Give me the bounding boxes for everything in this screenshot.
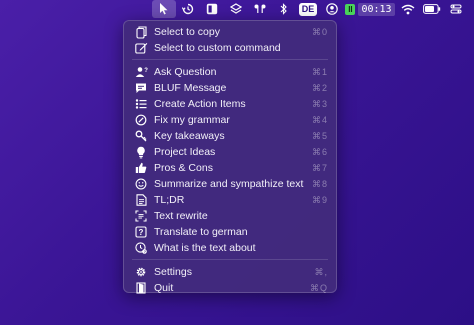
question-square-icon: ? [134, 225, 148, 239]
menu-item-select-to-copy[interactable]: Select to copy ⌘0 [124, 24, 336, 40]
menu-item-pros-cons[interactable]: Pros & Cons ⌘7 [124, 160, 336, 176]
battery-icon[interactable] [420, 0, 444, 18]
menu-item-shortcut: ⌘8 [311, 178, 328, 189]
menu-item-shortcut: ⌘7 [311, 162, 328, 173]
cursor-icon[interactable] [152, 0, 176, 18]
menu-item-label: Quit [154, 282, 174, 294]
input-source-badge: DE [298, 2, 318, 16]
menu-item-shortcut: ⌘9 [311, 194, 328, 205]
svg-text:?: ? [139, 228, 144, 237]
menu-item-summarize-sympathize[interactable]: Summarize and sympathize text ⌘8 [124, 176, 336, 192]
menu-item-label: Key takeaways [154, 130, 225, 142]
menu-item-label: Ask Question [154, 66, 217, 78]
circle-slash-icon [134, 113, 148, 127]
menu-bar: DE II 00:13 [0, 0, 474, 18]
text-scan-icon [134, 209, 148, 223]
menu-item-tldr[interactable]: TL;DR ⌘9 [124, 192, 336, 208]
wifi-icon[interactable] [396, 0, 420, 18]
history-icon[interactable] [176, 0, 200, 18]
menu-item-label: Fix my grammar [154, 114, 230, 126]
exit-icon [134, 281, 148, 295]
edit-icon [134, 41, 148, 55]
menu-item-shortcut: ⌘1 [311, 66, 328, 77]
menu-item-label: Settings [154, 266, 192, 278]
menu-item-shortcut: ⌘3 [311, 98, 328, 109]
menu-item-label: Project Ideas [154, 146, 216, 158]
smile-icon [134, 177, 148, 191]
layers-icon[interactable] [224, 0, 248, 18]
clock-question-icon: ? [134, 241, 148, 255]
menu-item-label: Summarize and sympathize text [154, 178, 304, 190]
menu-item-label: Create Action Items [154, 98, 246, 110]
menu-item-quit[interactable]: Quit ⌘Q [124, 280, 336, 296]
menu-separator [132, 259, 328, 260]
menu-item-label: What is the text about [154, 242, 256, 254]
dropdown-menu: Select to copy ⌘0 Select to custom comma… [123, 20, 337, 296]
menu-item-shortcut: ⌘5 [311, 130, 328, 141]
thumbs-up-icon [134, 161, 148, 175]
person-question-icon: ? [134, 65, 148, 79]
menu-item-fix-grammar[interactable]: Fix my grammar ⌘4 [124, 112, 336, 128]
menu-item-shortcut: ⌘, [314, 266, 328, 277]
timer-icon[interactable]: II 00:13 [344, 0, 396, 18]
timer-text: 00:13 [358, 2, 395, 16]
menu-item-shortcut: ⌘4 [311, 114, 328, 125]
key-icon [134, 129, 148, 143]
bluetooth-icon[interactable] [272, 0, 296, 18]
checklist-icon [134, 97, 148, 111]
gear-icon [134, 265, 148, 279]
menu-separator [132, 59, 328, 60]
menu-item-label: BLUF Message [154, 82, 227, 94]
menu-item-select-custom-command[interactable]: Select to custom command [124, 40, 336, 56]
menu-item-shortcut: ⌘6 [311, 146, 328, 157]
window-icon[interactable] [200, 0, 224, 18]
menu-item-bluf-message[interactable]: BLUF Message ⌘2 [124, 80, 336, 96]
menu-item-translate-german[interactable]: ? Translate to german [124, 224, 336, 240]
menu-item-key-takeaways[interactable]: Key takeaways ⌘5 [124, 128, 336, 144]
menu-item-shortcut: ⌘0 [311, 26, 328, 37]
menu-item-label: TL;DR [154, 194, 185, 206]
menu-item-text-rewrite[interactable]: Text rewrite [124, 208, 336, 224]
user-icon[interactable] [320, 0, 344, 18]
svg-text:?: ? [144, 68, 148, 74]
copy-icon [134, 25, 148, 39]
airpods-icon[interactable] [248, 0, 272, 18]
document-icon [134, 193, 148, 207]
menu-item-settings[interactable]: Settings ⌘, [124, 264, 336, 280]
menu-item-what-is-text-about[interactable]: ? What is the text about [124, 240, 336, 256]
control-center-icon[interactable] [444, 0, 468, 18]
menu-item-ask-question[interactable]: ? Ask Question ⌘1 [124, 64, 336, 80]
menu-item-create-action-items[interactable]: Create Action Items ⌘3 [124, 96, 336, 112]
timer-pause-icon: II [345, 3, 356, 15]
lightbulb-icon [134, 145, 148, 159]
menu-item-label: Pros & Cons [154, 162, 213, 174]
menu-item-shortcut: ⌘2 [311, 82, 328, 93]
menu-item-label: Select to custom command [154, 42, 281, 54]
menu-item-label: Text rewrite [154, 210, 208, 222]
input-source-icon[interactable]: DE [296, 0, 320, 18]
menu-item-project-ideas[interactable]: Project Ideas ⌘6 [124, 144, 336, 160]
menu-item-shortcut: ⌘Q [309, 282, 328, 293]
menu-item-label: Translate to german [154, 226, 248, 238]
menu-item-label: Select to copy [154, 26, 220, 38]
message-icon [134, 81, 148, 95]
